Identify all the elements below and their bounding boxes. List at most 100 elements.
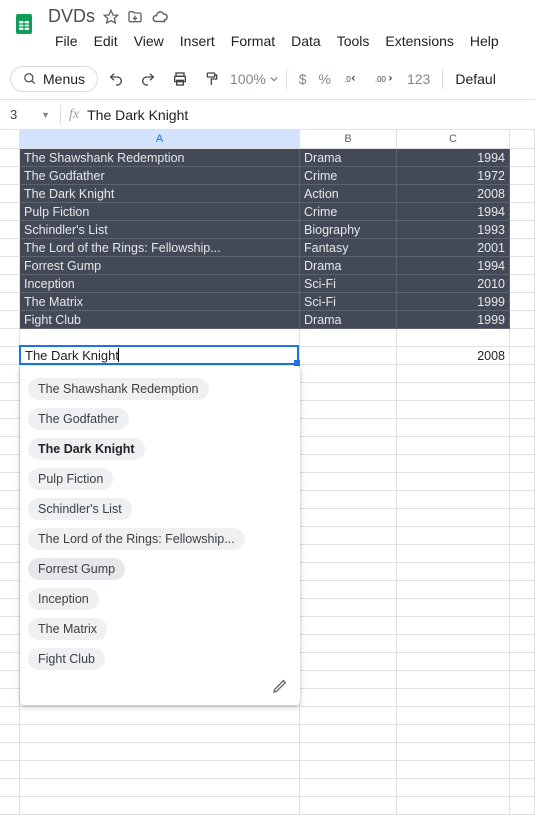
col-header-b[interactable]: B xyxy=(300,130,397,148)
cell[interactable] xyxy=(20,797,300,815)
cell[interactable] xyxy=(20,725,300,743)
cell[interactable] xyxy=(397,527,510,545)
col-header-d[interactable] xyxy=(510,130,535,148)
cell[interactable]: 2001 xyxy=(397,239,510,257)
cell[interactable] xyxy=(397,365,510,383)
active-cell-editor[interactable]: The Dark Knight xyxy=(19,345,299,365)
cell[interactable] xyxy=(300,383,397,401)
dropdown-item[interactable]: The Lord of the Rings: Fellowship... xyxy=(28,528,245,550)
increase-decimal-icon[interactable]: .00 xyxy=(371,65,399,93)
cell[interactable] xyxy=(397,473,510,491)
cell[interactable] xyxy=(300,455,397,473)
cell[interactable] xyxy=(510,383,535,401)
cell[interactable] xyxy=(510,689,535,707)
search-menus[interactable]: Menus xyxy=(10,66,98,92)
cell[interactable]: The Matrix xyxy=(20,293,300,311)
cell[interactable] xyxy=(510,779,535,797)
zoom-selector[interactable]: 100% xyxy=(230,71,278,87)
col-header-c[interactable]: C xyxy=(397,130,510,148)
sheets-logo-icon[interactable] xyxy=(10,6,38,42)
cell[interactable] xyxy=(300,545,397,563)
spreadsheet-grid[interactable]: A B C The Shawshank RedemptionDrama 1994 T… xyxy=(0,130,535,815)
cell[interactable] xyxy=(300,635,397,653)
cell[interactable] xyxy=(510,239,535,257)
cell[interactable] xyxy=(300,347,397,365)
cell[interactable] xyxy=(300,419,397,437)
cell[interactable] xyxy=(510,347,535,365)
dropdown-item[interactable]: Forrest Gump xyxy=(28,558,125,580)
undo-icon[interactable] xyxy=(102,65,130,93)
cell[interactable] xyxy=(300,491,397,509)
cell[interactable] xyxy=(397,563,510,581)
cell[interactable] xyxy=(300,653,397,671)
menu-format[interactable]: Format xyxy=(224,29,282,53)
decrease-decimal-icon[interactable]: .0 xyxy=(339,65,367,93)
cell[interactable]: Pulp Fiction xyxy=(20,203,300,221)
cell[interactable] xyxy=(397,419,510,437)
cell[interactable] xyxy=(510,617,535,635)
edit-dropdown-button[interactable] xyxy=(20,674,300,701)
paint-format-icon[interactable] xyxy=(198,65,226,93)
dropdown-item[interactable]: Schindler's List xyxy=(28,498,132,520)
cell[interactable] xyxy=(300,725,397,743)
cell[interactable]: Drama xyxy=(300,149,397,167)
cell[interactable] xyxy=(397,545,510,563)
col-header-a[interactable]: A xyxy=(20,130,300,148)
font-selector[interactable]: Defaul xyxy=(451,71,499,87)
cell[interactable]: Action xyxy=(300,185,397,203)
cell[interactable] xyxy=(397,671,510,689)
cell[interactable]: Sci-Fi xyxy=(300,293,397,311)
cell[interactable] xyxy=(397,653,510,671)
cell[interactable] xyxy=(510,365,535,383)
cell[interactable] xyxy=(300,401,397,419)
cell[interactable] xyxy=(510,167,535,185)
cell[interactable] xyxy=(20,761,300,779)
cell[interactable]: The Shawshank Redemption xyxy=(20,149,300,167)
cell[interactable]: Schindler's List xyxy=(20,221,300,239)
cell[interactable] xyxy=(397,383,510,401)
cell[interactable]: 1994 xyxy=(397,257,510,275)
menu-file[interactable]: File xyxy=(48,29,85,53)
star-icon[interactable] xyxy=(103,9,119,25)
cell[interactable] xyxy=(300,761,397,779)
cell[interactable]: 1999 xyxy=(397,311,510,329)
cell[interactable] xyxy=(510,743,535,761)
cell[interactable] xyxy=(397,617,510,635)
cell[interactable] xyxy=(510,149,535,167)
cell[interactable] xyxy=(510,563,535,581)
cell[interactable] xyxy=(510,527,535,545)
cell[interactable] xyxy=(397,581,510,599)
cell[interactable]: The Dark Knight xyxy=(20,185,300,203)
cell[interactable] xyxy=(397,509,510,527)
cell[interactable]: 1972 xyxy=(397,167,510,185)
cell[interactable] xyxy=(510,635,535,653)
cell[interactable]: Inception xyxy=(20,275,300,293)
cell[interactable] xyxy=(510,203,535,221)
cell[interactable] xyxy=(510,473,535,491)
cell[interactable] xyxy=(300,473,397,491)
cell[interactable] xyxy=(300,599,397,617)
cell[interactable] xyxy=(510,761,535,779)
cell[interactable]: 1994 xyxy=(397,203,510,221)
number-format-button[interactable]: 123 xyxy=(403,71,434,87)
cell[interactable]: The Lord of the Rings: Fellowship... xyxy=(20,239,300,257)
cell[interactable] xyxy=(300,581,397,599)
cell[interactable] xyxy=(20,743,300,761)
currency-button[interactable]: $ xyxy=(295,71,311,87)
cell[interactable] xyxy=(397,779,510,797)
cell[interactable]: Sci-Fi xyxy=(300,275,397,293)
cell[interactable]: 2008 xyxy=(397,185,510,203)
menu-extensions[interactable]: Extensions xyxy=(378,29,460,53)
cell[interactable] xyxy=(300,779,397,797)
cell[interactable] xyxy=(510,185,535,203)
document-title[interactable]: DVDs xyxy=(48,6,95,27)
cell[interactable] xyxy=(397,635,510,653)
cell[interactable] xyxy=(20,779,300,797)
cell[interactable] xyxy=(510,419,535,437)
cell[interactable] xyxy=(300,563,397,581)
cell[interactable] xyxy=(300,365,397,383)
cell[interactable] xyxy=(510,221,535,239)
cloud-status-icon[interactable] xyxy=(151,8,169,26)
cell[interactable] xyxy=(397,599,510,617)
dropdown-item[interactable]: Pulp Fiction xyxy=(28,468,113,490)
